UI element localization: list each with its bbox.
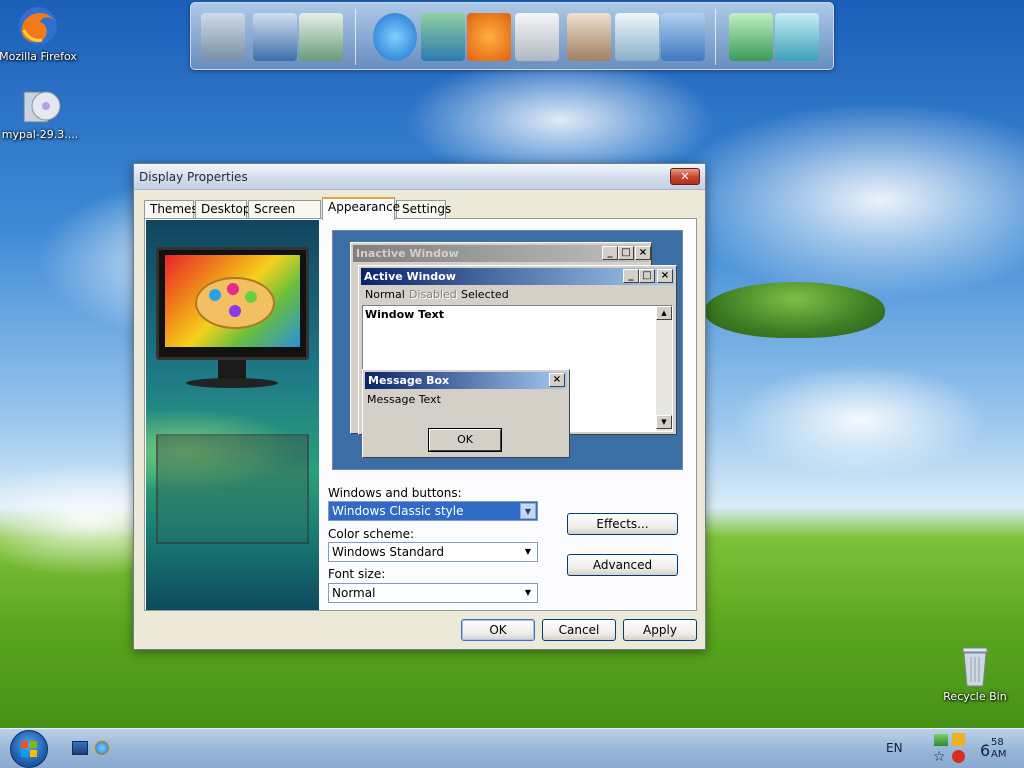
message-text: Message Text bbox=[367, 393, 441, 406]
chevron-down-icon: ▼ bbox=[524, 588, 532, 597]
firefox-icon bbox=[19, 7, 57, 45]
clock-ampm: AM bbox=[991, 749, 1007, 760]
title-bar[interactable]: Display Properties ✕ bbox=[134, 164, 705, 190]
chevron-down-icon: ▼ bbox=[524, 547, 532, 556]
media-player-icon[interactable] bbox=[467, 13, 511, 61]
preview-scrollbar: ▲ ▼ bbox=[656, 306, 672, 431]
alert-tray-icon[interactable] bbox=[952, 750, 965, 763]
menu-normal: Normal bbox=[365, 288, 405, 301]
window-text: Window Text bbox=[365, 308, 445, 321]
minimize-icon: _ bbox=[602, 246, 618, 260]
advanced-button[interactable]: Advanced bbox=[567, 554, 678, 576]
active-title-text: Active Window bbox=[364, 270, 456, 283]
desktop-icon-label: Mozilla Firefox bbox=[0, 50, 77, 63]
close-button[interactable]: ✕ bbox=[670, 168, 700, 185]
clock[interactable]: 6 58 AM bbox=[978, 735, 1018, 763]
monitor-base bbox=[186, 378, 278, 388]
recycle-bin-icon bbox=[962, 647, 988, 687]
font-size-label: Font size: bbox=[328, 567, 386, 581]
tools-icon[interactable] bbox=[729, 13, 773, 61]
color-scheme-label: Color scheme: bbox=[328, 527, 415, 541]
clock-minutes: 58 bbox=[991, 737, 1004, 748]
appearance-side-art bbox=[146, 220, 319, 610]
language-indicator[interactable]: EN bbox=[886, 741, 903, 755]
network-icon[interactable] bbox=[253, 13, 297, 61]
monitor-stand bbox=[218, 360, 246, 380]
appearance-panel: Inactive Window _ □ × Active Window _ □ … bbox=[144, 218, 697, 611]
desktop-icon-label: mypal-29.3.... bbox=[1, 128, 79, 141]
control-panel-icon[interactable] bbox=[661, 13, 705, 61]
calculator-icon[interactable] bbox=[515, 13, 559, 61]
color-scheme-select[interactable]: Windows Standard ▼ bbox=[328, 542, 538, 562]
preview-message-box: Message Box × Message Text OK bbox=[362, 369, 570, 458]
font-size-value: Normal bbox=[332, 586, 376, 600]
paint-icon[interactable] bbox=[567, 13, 611, 61]
dock-separator bbox=[355, 9, 356, 65]
recycle-icon[interactable] bbox=[775, 13, 819, 61]
tab-desktop[interactable]: Desktop bbox=[195, 200, 251, 219]
star-tray-icon[interactable]: ☆ bbox=[933, 749, 949, 765]
display-properties-window: Display Properties ✕ Themes Desktop Scre… bbox=[133, 163, 706, 650]
monitor-reflection bbox=[156, 434, 309, 544]
desktop-icon-mypal[interactable]: mypal-29.3.... bbox=[0, 82, 82, 141]
network-tray-icon[interactable] bbox=[934, 734, 948, 746]
scroll-down-icon: ▼ bbox=[656, 415, 672, 429]
close-icon: × bbox=[635, 246, 651, 260]
cancel-button[interactable]: Cancel bbox=[542, 619, 616, 641]
message-box-title-text: Message Box bbox=[368, 374, 450, 387]
preview-menu-bar: Normal Disabled Selected bbox=[361, 286, 674, 303]
appearance-preview: Inactive Window _ □ × Active Window _ □ … bbox=[332, 230, 683, 470]
start-button[interactable] bbox=[10, 730, 48, 768]
tab-settings[interactable]: Settings bbox=[396, 200, 451, 219]
inactive-title-text: Inactive Window bbox=[356, 247, 459, 260]
installer-disc-icon bbox=[23, 91, 61, 123]
tab-themes[interactable]: Themes bbox=[144, 200, 198, 219]
window-title: Display Properties bbox=[139, 170, 248, 184]
maximize-icon: □ bbox=[639, 269, 655, 283]
effects-button[interactable]: Effects... bbox=[567, 513, 678, 535]
tab-appearance[interactable]: Appearance bbox=[322, 197, 400, 220]
message-box-ok-button: OK bbox=[428, 428, 502, 452]
remote-desktop-icon[interactable] bbox=[421, 13, 465, 61]
color-scheme-value: Windows Standard bbox=[332, 545, 444, 559]
quick-launch-ie-icon[interactable] bbox=[94, 740, 110, 756]
desktop-icon-firefox[interactable]: Mozilla Firefox bbox=[0, 4, 80, 63]
wallpaper-island bbox=[705, 282, 885, 338]
windows-and-buttons-value: Windows Classic style bbox=[332, 504, 464, 518]
ok-button[interactable]: OK bbox=[461, 619, 535, 641]
close-icon: × bbox=[657, 269, 673, 283]
internet-explorer-icon[interactable] bbox=[373, 13, 417, 61]
chevron-down-icon: ▼ bbox=[520, 503, 536, 519]
dock-separator bbox=[715, 9, 716, 65]
quick-launch-show-desktop-icon[interactable] bbox=[72, 741, 88, 755]
apply-button[interactable]: Apply bbox=[623, 619, 697, 641]
my-computer-icon[interactable] bbox=[201, 13, 245, 61]
menu-disabled: Disabled bbox=[409, 288, 457, 301]
font-size-select[interactable]: Normal ▼ bbox=[328, 583, 538, 603]
windows-logo-icon bbox=[21, 741, 37, 757]
maximize-icon: □ bbox=[618, 246, 634, 260]
minimize-icon: _ bbox=[623, 269, 639, 283]
windows-and-buttons-select[interactable]: Windows Classic style ▼ bbox=[328, 501, 538, 521]
menu-selected: Selected bbox=[461, 288, 509, 301]
taskbar: EN ☆ 6 58 AM bbox=[0, 728, 1024, 768]
palette-picture bbox=[165, 255, 300, 347]
scroll-up-icon: ▲ bbox=[656, 306, 672, 320]
security-tray-icon[interactable] bbox=[952, 733, 965, 746]
documents-icon[interactable] bbox=[299, 13, 343, 61]
message-box-title: Message Box bbox=[365, 372, 567, 389]
monitor-illustration bbox=[156, 247, 309, 360]
notepad-icon[interactable] bbox=[615, 13, 659, 61]
desktop-icon-recycle-bin[interactable]: Recycle Bin bbox=[933, 642, 1017, 703]
quick-launch-dock bbox=[190, 2, 834, 70]
tab-screen-saver[interactable]: Screen Saver bbox=[248, 200, 321, 233]
desktop-icon-label: Recycle Bin bbox=[943, 690, 1007, 703]
windows-and-buttons-label: Windows and buttons: bbox=[328, 486, 462, 500]
clock-hour: 6 bbox=[980, 741, 991, 760]
close-icon: × bbox=[549, 373, 565, 387]
